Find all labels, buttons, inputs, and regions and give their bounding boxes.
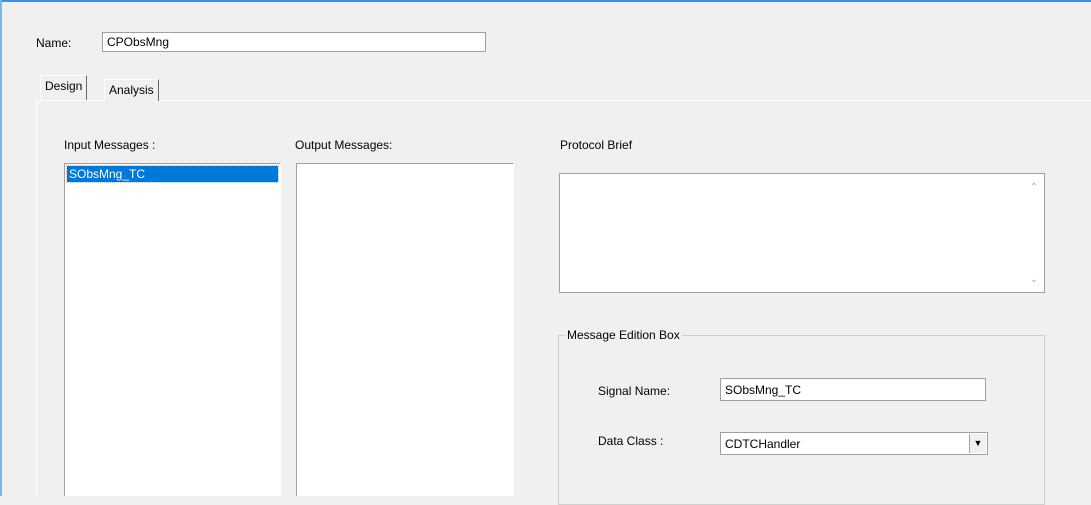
chevron-up-icon[interactable]: ⌃ xyxy=(1030,182,1038,193)
data-class-label: Data Class : xyxy=(598,434,664,448)
input-messages-list[interactable]: SObsMng_TC xyxy=(64,163,281,496)
data-class-select[interactable]: CDTCHandler ▼ xyxy=(720,432,988,455)
window-left-border xyxy=(0,0,2,496)
name-label: Name: xyxy=(36,36,72,50)
window-top-border xyxy=(0,0,1091,2)
list-item[interactable]: SObsMng_TC xyxy=(66,165,279,183)
name-input[interactable] xyxy=(102,32,486,52)
protocol-brief-label: Protocol Brief xyxy=(560,138,633,152)
dropdown-arrow-icon[interactable]: ▼ xyxy=(969,434,986,453)
tab-analysis-label: Analysis xyxy=(109,83,154,97)
message-edition-groupbox xyxy=(558,335,1045,505)
tab-design-label: Design xyxy=(45,79,83,93)
signal-name-input[interactable] xyxy=(720,378,986,401)
tab-analysis[interactable]: Analysis xyxy=(104,79,159,101)
message-edition-title: Message Edition Box xyxy=(565,328,682,342)
protocol-brief-textarea[interactable]: ⌃ ⌄ xyxy=(559,173,1045,293)
output-messages-list[interactable] xyxy=(296,163,514,496)
signal-name-label: Signal Name: xyxy=(598,384,671,398)
output-messages-label: Output Messages: xyxy=(295,138,393,152)
chevron-down-icon[interactable]: ⌄ xyxy=(1030,274,1038,285)
tab-design[interactable]: Design xyxy=(40,75,88,100)
input-messages-label: Input Messages : xyxy=(64,138,156,152)
data-class-value: CDTCHandler xyxy=(725,437,801,451)
